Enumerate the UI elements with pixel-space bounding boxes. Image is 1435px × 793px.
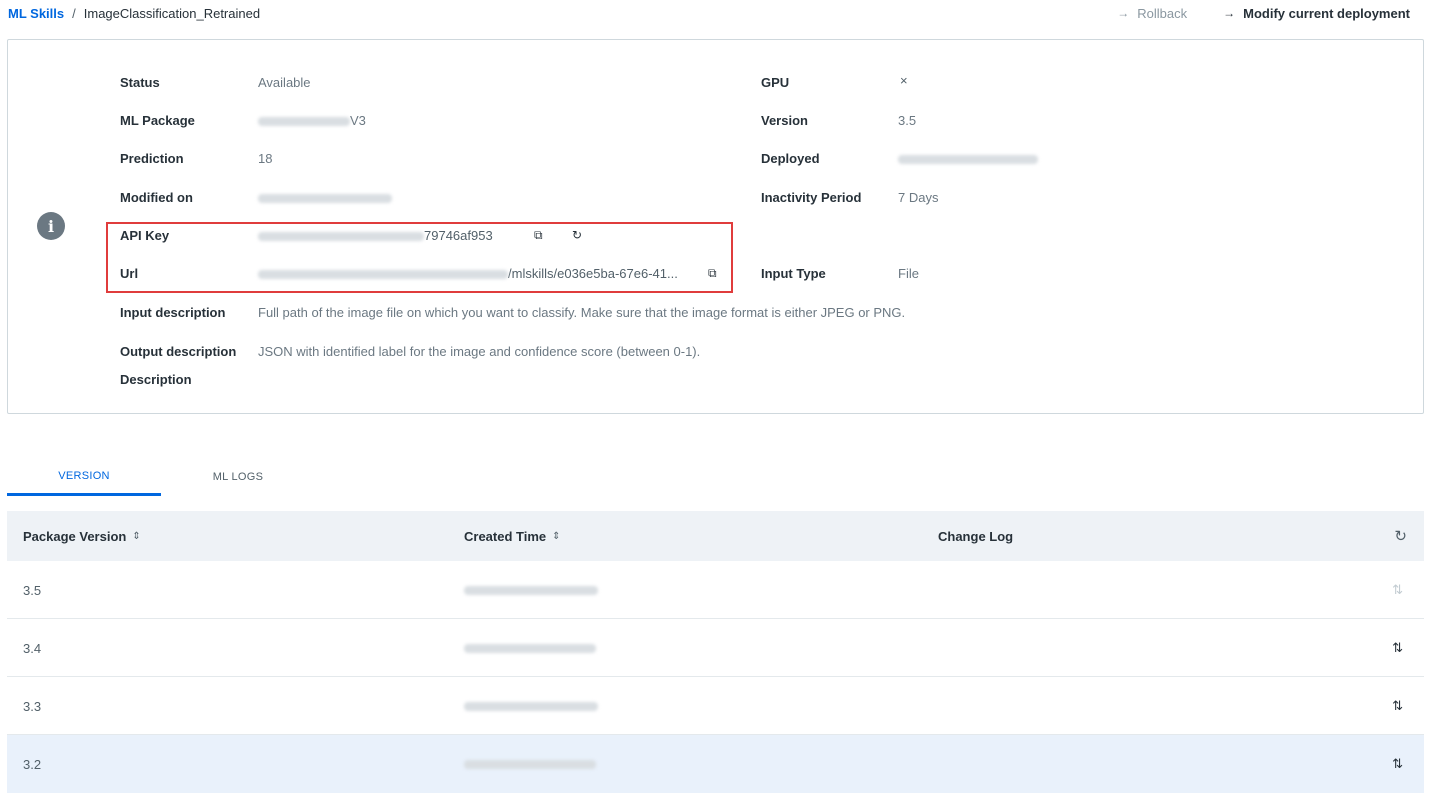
- version-value: 3.5: [898, 113, 917, 128]
- column-change-log: Change Log: [938, 529, 1013, 544]
- redacted-text: [258, 117, 350, 127]
- prediction-label: Prediction: [120, 151, 184, 166]
- tab-version[interactable]: VERSION: [7, 458, 161, 496]
- modify-deployment-label: Modify current deployment: [1243, 5, 1410, 21]
- created-time-cell: [464, 677, 598, 735]
- column-created-time[interactable]: Created Time ⇕: [464, 529, 561, 544]
- ml-package-value: V3: [258, 113, 366, 128]
- redacted-text: [464, 585, 598, 595]
- column-change-log-label: Change Log: [938, 528, 1014, 544]
- deploy-version-icon[interactable]: ⇅: [1392, 561, 1403, 619]
- deploy-version-icon[interactable]: ⇅: [1392, 735, 1403, 793]
- sort-icon[interactable]: ⇕: [552, 531, 560, 542]
- status-label: Status: [120, 75, 160, 90]
- rollback-label: Rollback: [1137, 5, 1188, 21]
- table-row[interactable]: 3.2 ⇅: [7, 735, 1424, 793]
- output-description-label: Output description: [120, 344, 237, 359]
- inactivity-period-value: 7 Days: [898, 190, 939, 205]
- status-value: Available: [258, 75, 311, 90]
- rollback-button[interactable]: → Rollback: [1117, 6, 1187, 21]
- prediction-value: 18: [258, 151, 273, 166]
- output-description-value: JSON with identified label for the image…: [258, 344, 701, 359]
- created-time-cell: [464, 619, 596, 677]
- info-icon: i: [37, 212, 65, 240]
- top-bar: ML Skills / ImageClassification_Retraine…: [0, 0, 1435, 26]
- refresh-icon[interactable]: ↻: [1394, 527, 1407, 545]
- breadcrumb-ml-skills-link[interactable]: ML Skills: [8, 6, 64, 21]
- tab-bar: VERSION ML LOGS: [7, 458, 315, 496]
- table-row[interactable]: 3.3 ⇅: [7, 677, 1424, 735]
- modified-on-value: [258, 190, 392, 205]
- table-header: Package Version ⇕ Created Time ⇕ Change …: [7, 511, 1424, 561]
- ml-package-label: ML Package: [120, 113, 195, 128]
- created-time-cell: [464, 561, 598, 619]
- arrow-right-icon: →: [1223, 6, 1236, 20]
- redacted-text: [258, 194, 392, 204]
- column-package-version[interactable]: Package Version ⇕: [23, 529, 141, 544]
- header-actions: → Rollback → Modify current deployment: [1117, 6, 1410, 21]
- sort-icon[interactable]: ⇕: [132, 531, 140, 542]
- modify-deployment-button[interactable]: → Modify current deployment: [1223, 6, 1410, 21]
- deployed-label: Deployed: [761, 151, 820, 166]
- input-type-value: File: [898, 266, 919, 281]
- input-description-label: Input description: [120, 305, 226, 320]
- versions-table: Package Version ⇕ Created Time ⇕ Change …: [7, 511, 1424, 793]
- input-type-label: Input Type: [761, 266, 826, 281]
- redacted-text: [464, 701, 598, 711]
- column-package-version-label: Package Version: [23, 528, 127, 544]
- redacted-text: [898, 155, 1038, 165]
- created-time-cell: [464, 735, 596, 793]
- column-created-time-label: Created Time: [464, 528, 547, 544]
- table-row[interactable]: 3.4 ⇅: [7, 619, 1424, 677]
- arrow-right-icon: →: [1117, 6, 1130, 20]
- package-version-cell: 3.3: [23, 698, 42, 714]
- highlight-box: [106, 222, 733, 293]
- table-row[interactable]: 3.5 ⇅: [7, 561, 1424, 619]
- breadcrumb-separator: /: [72, 5, 76, 21]
- redacted-text: [464, 643, 596, 653]
- deployed-value: [898, 151, 1038, 166]
- deploy-version-icon[interactable]: ⇅: [1392, 619, 1403, 677]
- input-description-value: Full path of the image file on which you…: [258, 305, 906, 320]
- deploy-version-icon[interactable]: ⇅: [1392, 677, 1403, 735]
- tab-ml-logs[interactable]: ML LOGS: [161, 458, 315, 496]
- gpu-label: GPU: [761, 75, 790, 90]
- skill-details-card: i Status Available ML Package V3 Predict…: [7, 39, 1424, 414]
- inactivity-period-label: Inactivity Period: [761, 190, 862, 205]
- version-label: Version: [761, 113, 808, 128]
- package-version-cell: 3.4: [23, 640, 42, 656]
- ml-package-version: V3: [350, 113, 366, 128]
- breadcrumb-current: ImageClassification_Retrained: [83, 5, 261, 21]
- package-version-cell: 3.2: [23, 756, 42, 772]
- gpu-value: ×: [900, 73, 908, 88]
- package-version-cell: 3.5: [23, 582, 42, 598]
- breadcrumb: ML Skills / ImageClassification_Retraine…: [8, 6, 260, 21]
- modified-on-label: Modified on: [120, 190, 193, 205]
- description-label: Description: [120, 372, 192, 387]
- redacted-text: [464, 759, 596, 769]
